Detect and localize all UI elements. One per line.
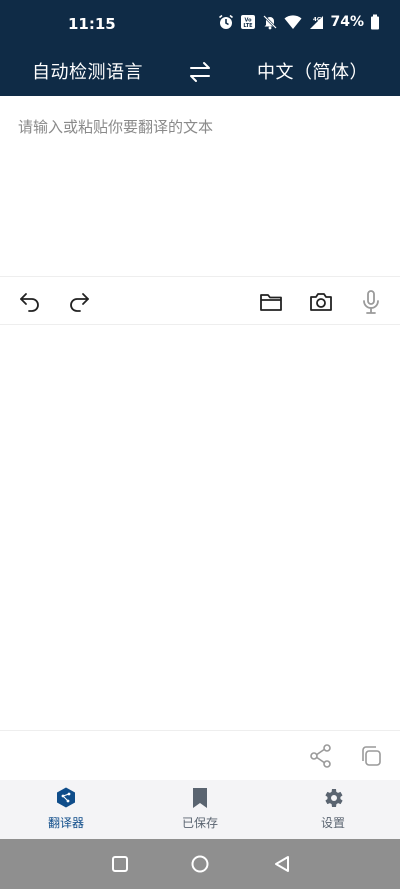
microphone-button[interactable]	[358, 289, 384, 315]
translator-icon	[26, 786, 106, 810]
system-navigation-bar	[0, 839, 400, 889]
alarm-icon	[218, 14, 234, 30]
home-button[interactable]	[190, 854, 210, 874]
copy-icon	[358, 746, 384, 773]
open-file-button[interactable]	[258, 289, 284, 315]
target-language-selector[interactable]: 中文（简体）	[257, 58, 368, 84]
nav-translator[interactable]: 翻译器	[26, 786, 106, 836]
signal-4g-icon: 4G	[308, 14, 324, 30]
triangle-back-icon	[272, 856, 292, 878]
swap-arrows-icon	[186, 62, 214, 90]
gear-icon	[293, 786, 373, 810]
status-icons: Vo LTE 4G 74%	[218, 14, 380, 30]
nav-saved[interactable]: 已保存	[160, 786, 240, 836]
volte-icon: Vo LTE	[240, 14, 256, 30]
translation-output	[0, 325, 400, 730]
bottom-navigation: 翻译器 已保存 设置	[0, 780, 400, 839]
battery-icon	[370, 14, 380, 30]
nav-label-translator: 翻译器	[47, 816, 84, 830]
mute-icon	[262, 14, 278, 30]
source-language-selector[interactable]: 自动检测语言	[32, 58, 143, 84]
svg-text:4G: 4G	[313, 17, 322, 23]
recents-button[interactable]	[110, 854, 130, 874]
copy-button[interactable]	[358, 743, 384, 769]
input-toolbar	[0, 276, 400, 325]
source-text-input[interactable]: 请输入或粘贴你要翻译的文本	[0, 96, 400, 276]
square-icon	[110, 856, 130, 878]
wifi-icon	[284, 14, 302, 30]
output-actions	[0, 730, 400, 780]
camera-button[interactable]	[308, 289, 334, 315]
undo-icon	[17, 289, 43, 315]
nav-label-saved: 已保存	[181, 816, 218, 830]
screen: 11:15 Vo LTE 4G 74% 自动检测语言 中文（简体） 请输入或粘贴…	[0, 0, 400, 889]
status-time: 11:15	[68, 15, 116, 33]
input-placeholder: 请输入或粘贴你要翻译的文本	[18, 118, 214, 136]
circle-icon	[190, 855, 210, 878]
folder-icon	[258, 289, 284, 315]
camera-icon	[308, 289, 334, 315]
svg-text:LTE: LTE	[244, 23, 254, 29]
nav-label-settings: 设置	[320, 816, 345, 830]
redo-button[interactable]	[66, 289, 92, 315]
language-bar: 自动检测语言 中文（简体）	[0, 48, 400, 96]
bookmark-icon	[160, 786, 240, 810]
battery-percent: 74%	[330, 14, 364, 30]
microphone-icon	[358, 289, 384, 315]
swap-languages-button[interactable]	[186, 58, 214, 86]
status-bar: 11:15 Vo LTE 4G 74%	[0, 0, 400, 48]
nav-settings[interactable]: 设置	[293, 786, 373, 836]
redo-icon	[66, 289, 92, 315]
share-button[interactable]	[308, 743, 334, 769]
undo-button[interactable]	[17, 289, 43, 315]
share-icon	[308, 744, 334, 773]
back-button[interactable]	[272, 854, 292, 874]
